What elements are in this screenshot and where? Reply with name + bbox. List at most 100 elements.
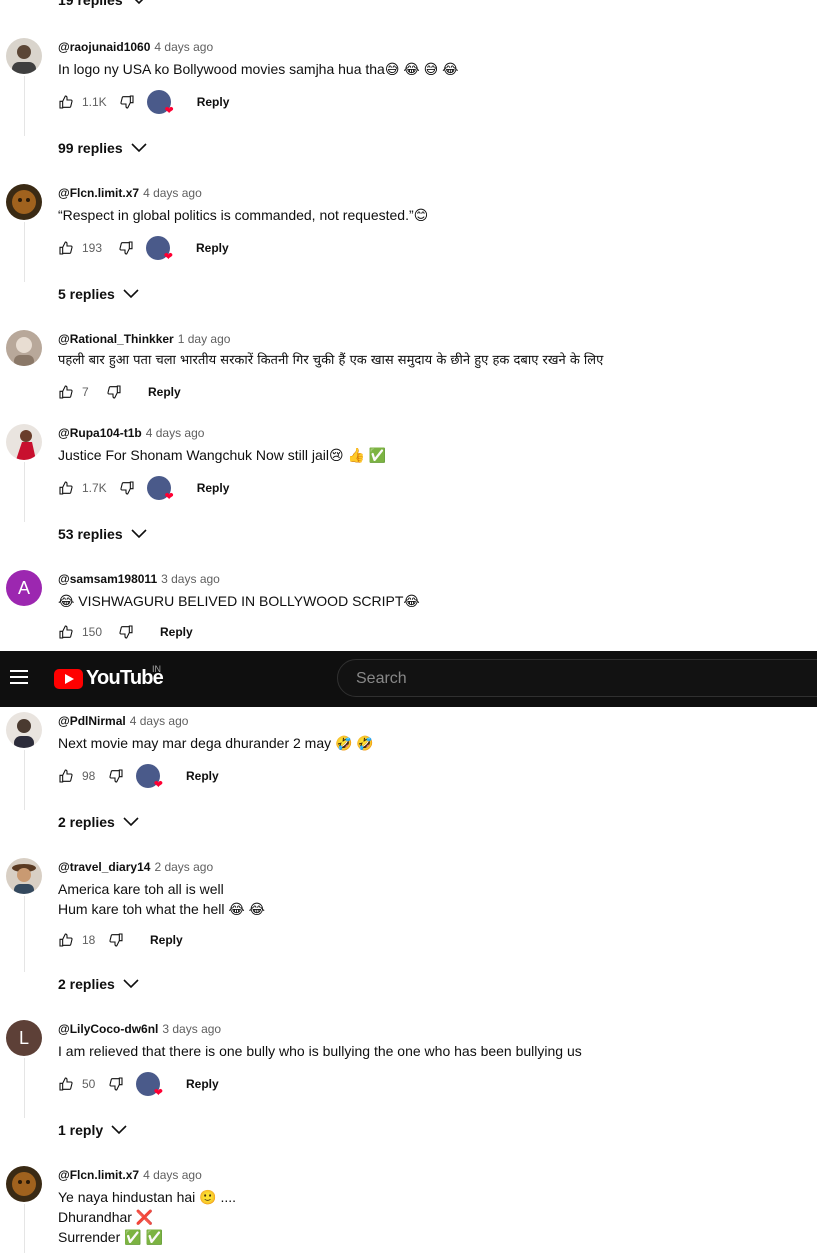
comment-time[interactable]: 1 day ago (178, 332, 231, 346)
replies-toggle[interactable]: 99 replies (58, 140, 147, 156)
dislike-icon[interactable] (119, 94, 135, 110)
like-icon[interactable] (58, 94, 74, 110)
youtube-logo[interactable]: YouTube IN (54, 664, 164, 690)
dislike-icon[interactable] (108, 1076, 124, 1092)
dislike-icon[interactable] (118, 240, 134, 256)
chevron-down-icon (123, 979, 139, 989)
comment-text-line: Ye naya hindustan hai 🙂 .... (58, 1189, 237, 1205)
search-box (337, 659, 817, 697)
comment-text: In logo ny USA ko Bollywood movies samjh… (58, 61, 459, 77)
dislike-icon[interactable] (108, 768, 124, 784)
dislike-icon[interactable] (119, 480, 135, 496)
thread-line (24, 750, 25, 810)
dislike-icon[interactable] (106, 384, 122, 400)
creator-heart: ❤ (146, 236, 173, 263)
comment-author[interactable]: @samsam198011 (58, 572, 157, 586)
like-icon[interactable] (58, 624, 74, 640)
replies-label: 1 reply (58, 1122, 104, 1138)
comment-meta: @Flcn.limit.x7 4 days ago (58, 1168, 202, 1182)
avatar[interactable] (6, 424, 42, 460)
replies-toggle[interactable]: 2 replies (58, 976, 139, 992)
heart-icon: ❤ (163, 251, 173, 263)
comment-text-line: America kare toh all is well (58, 881, 224, 897)
replies-toggle[interactable]: 19 replies (58, 0, 147, 8)
like-icon[interactable] (58, 384, 74, 400)
comment-author[interactable]: @LilyCoco-dw6nl (58, 1022, 158, 1036)
comment-author[interactable]: @Flcn.limit.x7 (58, 186, 139, 200)
like-icon[interactable] (58, 480, 74, 496)
avatar[interactable] (6, 858, 42, 894)
reply-button[interactable]: Reply (186, 769, 219, 783)
thread-line (24, 76, 25, 136)
avatar[interactable]: A (6, 570, 42, 606)
comment-author[interactable]: @Rational_Thinkker (58, 332, 174, 346)
comment-meta: @travel_diary14 2 days ago (58, 860, 213, 874)
dislike-icon[interactable] (118, 624, 134, 640)
dislike-icon[interactable] (108, 932, 124, 948)
like-icon[interactable] (58, 1076, 74, 1092)
replies-toggle[interactable]: 53 replies (58, 526, 147, 542)
comment-time[interactable]: 4 days ago (143, 186, 202, 200)
search-input[interactable] (354, 669, 798, 689)
creator-heart: ❤ (146, 90, 174, 117)
thread-line (24, 896, 25, 972)
comment-text: “Respect in global politics is commanded… (58, 207, 429, 223)
replies-toggle[interactable]: 1 reply (58, 1122, 127, 1138)
reply-button[interactable]: Reply (186, 1077, 219, 1091)
reply-button[interactable]: Reply (197, 95, 230, 109)
replies-label: 19 replies (58, 0, 123, 8)
menu-icon[interactable] (10, 670, 28, 684)
like-count: 18 (82, 933, 96, 947)
comment-actions: 18 Reply (58, 928, 183, 952)
comment-time[interactable]: 4 days ago (130, 714, 189, 728)
like-icon[interactable] (58, 768, 74, 784)
comment-time[interactable]: 3 days ago (162, 1022, 221, 1036)
replies-toggle[interactable]: 5 replies (58, 286, 139, 302)
like-icon[interactable] (58, 932, 74, 948)
comment-time[interactable]: 2 days ago (154, 860, 213, 874)
comment-time[interactable]: 4 days ago (146, 426, 205, 440)
reply-button[interactable]: Reply (196, 241, 229, 255)
replies-label: 2 replies (58, 976, 115, 992)
like-icon[interactable] (58, 240, 74, 256)
like-count: 150 (82, 625, 103, 639)
play-icon (54, 668, 83, 689)
avatar[interactable] (6, 330, 42, 366)
thread-line (24, 222, 25, 282)
creator-heart: ❤ (136, 1072, 163, 1099)
reply-button[interactable]: Reply (148, 385, 181, 399)
comment-actions: 98 ❤ Reply (58, 764, 219, 791)
avatar[interactable] (6, 712, 42, 748)
comment-time[interactable]: 4 days ago (154, 40, 213, 54)
avatar-letter: A (17, 577, 30, 598)
avatar[interactable] (6, 184, 42, 220)
comment-actions: 150 Reply (58, 620, 193, 644)
comment-author[interactable]: @raojunaid1060 (58, 40, 150, 54)
reply-button[interactable]: Reply (150, 933, 183, 947)
avatar[interactable] (6, 38, 42, 74)
avatar[interactable]: L (6, 1020, 42, 1056)
comment-author[interactable]: @travel_diary14 (58, 860, 150, 874)
comment-time[interactable]: 3 days ago (161, 572, 220, 586)
comment-meta: @PdlNirmal 4 days ago (58, 714, 188, 728)
comment-text: पहली बार हुआ पता चला भारतीय सरकारें कितन… (58, 353, 604, 368)
chevron-down-icon (111, 1125, 127, 1135)
comment-time[interactable]: 4 days ago (143, 1168, 202, 1182)
comment-text-line: Surrender ✅ ✅ (58, 1229, 163, 1245)
comment-text: Next movie may mar dega dhurander 2 may … (58, 735, 374, 751)
comment-text: I am relieved that there is one bully wh… (58, 1043, 582, 1059)
comment-author[interactable]: @Flcn.limit.x7 (58, 1168, 139, 1182)
comment-author[interactable]: @Rupa104-t1b (58, 426, 142, 440)
comment-meta: @raojunaid1060 4 days ago (58, 40, 213, 54)
reply-button[interactable]: Reply (160, 625, 193, 639)
comment-text: 😂 VISHWAGURU BELIVED IN BOLLYWOOD SCRIPT… (58, 593, 420, 609)
heart-icon: ❤ (153, 779, 163, 791)
replies-toggle[interactable]: 2 replies (58, 814, 139, 830)
reply-button[interactable]: Reply (197, 481, 230, 495)
comment-actions: 1.7K ❤ Reply (58, 476, 230, 503)
comment-meta: @Rational_Thinkker 1 day ago (58, 332, 230, 346)
heart-icon: ❤ (153, 1087, 163, 1099)
thread-line (24, 1058, 25, 1118)
comment-author[interactable]: @PdlNirmal (58, 714, 126, 728)
avatar[interactable] (6, 1166, 42, 1202)
